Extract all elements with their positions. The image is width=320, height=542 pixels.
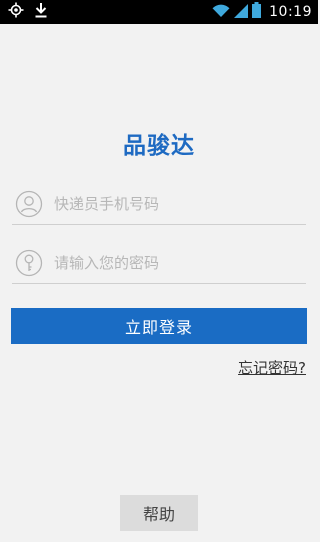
phone-field	[12, 186, 306, 225]
login-button[interactable]: 立即登录	[11, 308, 307, 344]
download-icon	[34, 2, 48, 22]
status-time: 10:19	[269, 4, 312, 20]
help-button[interactable]: 帮助	[120, 495, 198, 531]
key-icon	[15, 249, 43, 277]
wifi-icon	[212, 3, 230, 22]
status-bar-system: 10:19	[212, 2, 312, 22]
battery-icon	[252, 2, 262, 22]
status-bar: 10:19	[0, 0, 318, 24]
phone-input[interactable]	[54, 186, 302, 222]
gps-icon	[8, 2, 24, 22]
app-logo-title: 品骏达	[123, 133, 195, 159]
forgot-password-link[interactable]: 忘记密码?	[238, 357, 306, 378]
password-field	[12, 245, 306, 284]
signal-icon	[234, 3, 249, 22]
status-bar-notifications	[8, 2, 48, 22]
password-input[interactable]	[54, 245, 302, 281]
user-icon	[15, 190, 43, 218]
